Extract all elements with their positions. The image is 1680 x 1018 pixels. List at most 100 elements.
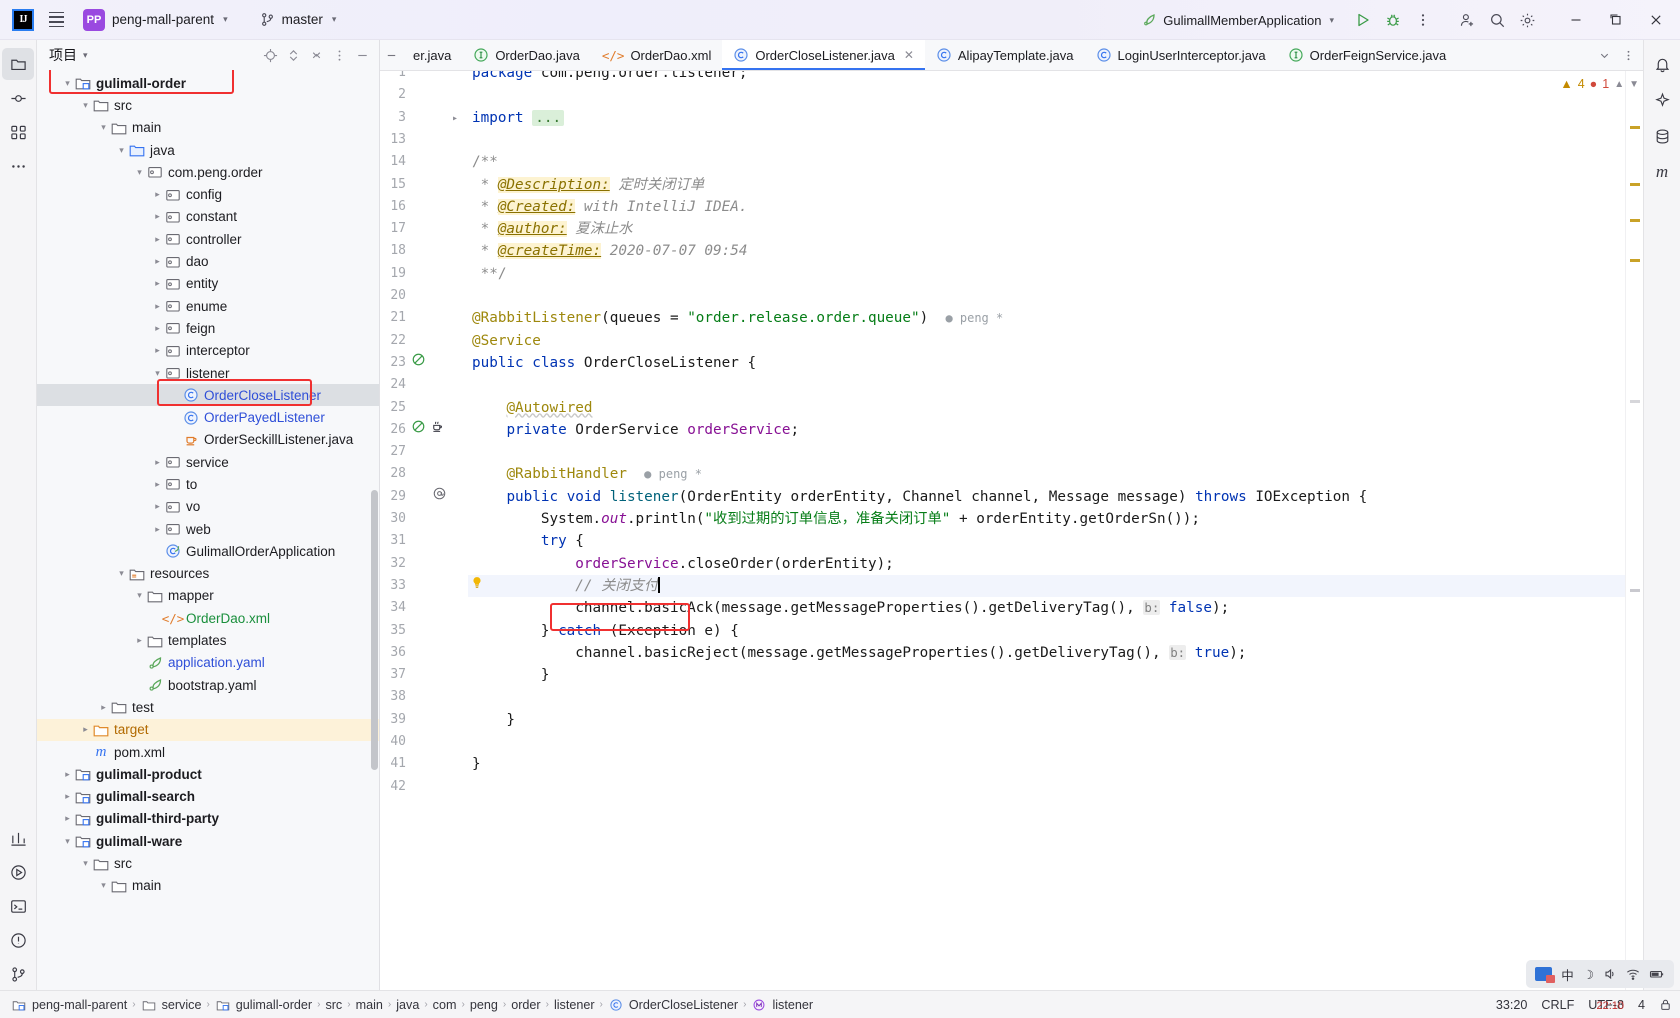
breadcrumb-item[interactable]: com <box>430 996 460 1014</box>
breadcrumb-item[interactable]: peng <box>467 996 501 1014</box>
sidebar-item-git[interactable] <box>2 958 34 990</box>
indent-size[interactable]: 4 <box>1638 998 1645 1012</box>
tree-item[interactable]: ▾ com.peng.order <box>37 161 379 183</box>
battery-icon[interactable] <box>1649 967 1665 981</box>
chevron-right-icon[interactable]: ▸ <box>151 211 164 222</box>
sidebar-item-maven[interactable]: m <box>1646 156 1678 188</box>
sidebar-item-profiler[interactable] <box>2 822 34 854</box>
code-line[interactable] <box>468 374 1643 396</box>
tree-item[interactable]: ▸ constant <box>37 206 379 228</box>
code-line[interactable]: import ... <box>468 107 1643 129</box>
sidebar-item-structure[interactable] <box>2 116 34 148</box>
annotation-gutter-icon[interactable] <box>432 486 447 501</box>
code-line[interactable]: * @Created: with IntelliJ IDEA. <box>468 196 1643 218</box>
sidebar-item-problems[interactable] <box>2 924 34 956</box>
hamburger-menu-icon[interactable] <box>43 7 69 33</box>
chevron-right-icon[interactable]: ▸ <box>61 769 74 780</box>
chevron-down-icon[interactable]: ▾ <box>79 100 92 111</box>
branch-selector[interactable]: master ▾ <box>253 9 344 30</box>
breadcrumb-item[interactable]: service <box>138 995 205 1015</box>
tree-item[interactable]: ▸ vo <box>37 496 379 518</box>
tree-item[interactable]: ▾ gulimall-order <box>37 72 379 94</box>
code-line[interactable] <box>468 776 1643 798</box>
chevron-right-icon[interactable]: ▸ <box>97 702 110 713</box>
code-line[interactable]: **/ <box>468 263 1643 285</box>
chevron-down-icon[interactable]: ▾ <box>133 167 146 178</box>
project-selector[interactable]: PP peng-mall-parent ▾ <box>79 6 235 34</box>
code-line[interactable]: * @Description: 定时关闭订单 <box>468 174 1643 196</box>
code-line[interactable]: channel.basicReject(message.getMessagePr… <box>468 642 1643 664</box>
chevron-down-icon[interactable]: ▼ <box>1629 79 1639 90</box>
chevron-down-icon[interactable]: ▾ <box>151 368 164 379</box>
tree-item[interactable]: ▸ entity <box>37 273 379 295</box>
code-content[interactable]: package com.peng.order.listener; import .… <box>468 71 1643 990</box>
code-line[interactable]: @Service <box>468 330 1643 352</box>
code-line[interactable] <box>468 129 1643 151</box>
tree-item[interactable]: ▸ controller <box>37 228 379 250</box>
breadcrumb-item[interactable]: listener <box>748 995 816 1015</box>
debug-button[interactable] <box>1378 5 1408 35</box>
breadcrumb-item[interactable]: OrderCloseListener <box>605 995 741 1015</box>
chevron-down-icon[interactable]: ▾ <box>97 122 110 133</box>
fold-expand-icon[interactable]: ▸ <box>452 107 458 130</box>
chevron-down-icon[interactable] <box>1593 44 1615 66</box>
more-vertical-icon[interactable] <box>328 44 350 66</box>
chevron-up-icon[interactable]: ▲ <box>1614 79 1624 90</box>
code-line[interactable]: @Autowired <box>468 397 1643 419</box>
more-vertical-icon[interactable] <box>1408 5 1438 35</box>
tree-item[interactable]: ▸ target <box>37 718 379 741</box>
tree-item[interactable]: ▸ web <box>37 518 379 540</box>
tree-item[interactable]: ▸ dao <box>37 250 379 272</box>
run-button[interactable] <box>1348 5 1378 35</box>
chevron-right-icon[interactable]: ▸ <box>61 791 74 802</box>
account-add-icon[interactable] <box>1452 5 1482 35</box>
chevron-right-icon[interactable]: ▸ <box>151 457 164 468</box>
tree-item[interactable]: ▾ main <box>37 117 379 139</box>
sidebar-item-commit[interactable] <box>2 82 34 114</box>
java-bean-gutter-icon[interactable] <box>430 419 445 434</box>
tree-item[interactable]: ▸ gulimall-product <box>37 763 379 785</box>
chevron-right-icon[interactable]: ▸ <box>151 301 164 312</box>
tree-item[interactable]: ▾ gulimall-ware <box>37 830 379 852</box>
code-line[interactable]: public class OrderCloseListener { <box>468 352 1643 374</box>
chevron-right-icon[interactable]: ▸ <box>151 479 164 490</box>
editor-tab[interactable]: OrderDao.java <box>462 40 591 70</box>
chevron-down-icon[interactable]: ▾ <box>79 858 92 869</box>
chevron-down-icon[interactable]: ▾ <box>61 78 74 89</box>
chevron-right-icon[interactable]: ▸ <box>151 524 164 535</box>
minimize-icon[interactable] <box>1556 1 1596 39</box>
breadcrumb-item[interactable]: src <box>322 996 345 1014</box>
spring-bean-gutter-icon[interactable] <box>411 352 426 367</box>
ime-moon-icon[interactable]: ☽ <box>1583 967 1594 982</box>
sidebar-item-notifications[interactable] <box>1646 48 1678 80</box>
code-line[interactable]: @RabbitListener(queues = "order.release.… <box>468 307 1643 329</box>
chevron-down-icon[interactable]: ▾ <box>115 568 128 579</box>
tree-item[interactable]: ▸ gulimall-third-party <box>37 808 379 830</box>
code-line[interactable]: * @createTime: 2020-07-07 09:54 <box>468 240 1643 262</box>
sidebar-item-database[interactable] <box>1646 120 1678 152</box>
collapse-all-icon[interactable] <box>305 44 327 66</box>
search-icon[interactable] <box>1482 5 1512 35</box>
tree-item[interactable]: m pom.xml <box>37 741 379 763</box>
ime-panel-icon[interactable] <box>1535 967 1556 983</box>
tree-item[interactable]: ▸ templates <box>37 629 379 651</box>
chevron-down-icon[interactable]: ▾ <box>61 836 74 847</box>
tree-item[interactable]: ▾ src <box>37 852 379 874</box>
project-tree-scrollbar[interactable] <box>371 490 378 770</box>
error-stripe-marker-panel[interactable] <box>1625 71 1643 990</box>
editor-tab[interactable]: LoginUserInterceptor.java <box>1085 40 1277 70</box>
code-line[interactable]: } catch (Exception e) { <box>468 620 1643 642</box>
intention-bulb-icon[interactable] <box>470 575 484 590</box>
sidebar-item-project[interactable] <box>2 48 34 80</box>
tree-item[interactable]: ▸ service <box>37 451 379 473</box>
sidebar-item-more[interactable] <box>2 150 34 182</box>
chevron-down-icon[interactable]: ▾ <box>97 880 110 891</box>
chevron-right-icon[interactable]: ▸ <box>151 278 164 289</box>
code-line[interactable] <box>468 285 1643 307</box>
code-line[interactable] <box>468 731 1643 753</box>
chevron-right-icon[interactable]: ▸ <box>151 323 164 334</box>
editor-tab[interactable]: AlipayTemplate.java <box>925 40 1085 70</box>
tree-item[interactable]: ▸ interceptor <box>37 340 379 362</box>
code-line[interactable]: } <box>468 709 1643 731</box>
code-line[interactable]: channel.basicAck(message.getMessagePrope… <box>468 597 1643 619</box>
